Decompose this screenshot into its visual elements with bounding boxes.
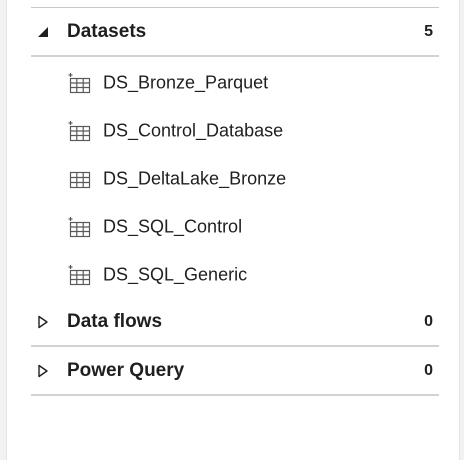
dataset-table-new-icon	[68, 121, 91, 142]
dataset-item[interactable]: DS_SQL_Control	[7, 207, 459, 247]
dataset-item[interactable]: DS_DeltaLake_Bronze	[7, 159, 459, 199]
dataset-table-icon	[69, 171, 91, 189]
section-header-power-query[interactable]: Power Query 0	[7, 351, 459, 391]
dataset-table-new-icon	[68, 217, 91, 238]
section-header-data-flows[interactable]: Data flows 0	[7, 302, 459, 342]
section-divider	[31, 55, 439, 57]
section-title-datasets: Datasets	[67, 21, 147, 42]
dataset-item-label: DS_SQL_Generic	[103, 264, 248, 285]
section-header-datasets[interactable]: Datasets 5	[7, 12, 459, 52]
section-title-data-flows: Data flows	[67, 311, 163, 332]
dataset-item[interactable]: DS_SQL_Generic	[7, 255, 459, 295]
section-title-power-query: Power Query	[67, 360, 185, 381]
top-divider	[31, 7, 439, 8]
dataset-table-new-icon	[68, 265, 91, 286]
caret-collapsed-icon	[38, 364, 48, 378]
dataset-item-label: DS_SQL_Control	[103, 216, 243, 237]
section-divider	[31, 345, 439, 347]
caret-expanded-icon	[38, 27, 48, 37]
section-count-datasets: 5	[424, 23, 433, 40]
factory-resources-panel: Datasets 5 DS_Bronze_Parquet DS_Control_…	[6, 0, 460, 460]
caret-collapsed-icon	[38, 315, 48, 329]
dataset-item[interactable]: DS_Control_Database	[7, 111, 459, 151]
dataset-table-new-icon	[68, 73, 91, 94]
section-count-power-query: 0	[424, 362, 433, 379]
section-count-data-flows: 0	[424, 313, 433, 330]
dataset-item-label: DS_Bronze_Parquet	[103, 72, 269, 93]
section-divider	[31, 394, 439, 396]
dataset-item-label: DS_DeltaLake_Bronze	[103, 168, 287, 189]
dataset-item[interactable]: DS_Bronze_Parquet	[7, 63, 459, 103]
dataset-item-label: DS_Control_Database	[103, 120, 284, 141]
